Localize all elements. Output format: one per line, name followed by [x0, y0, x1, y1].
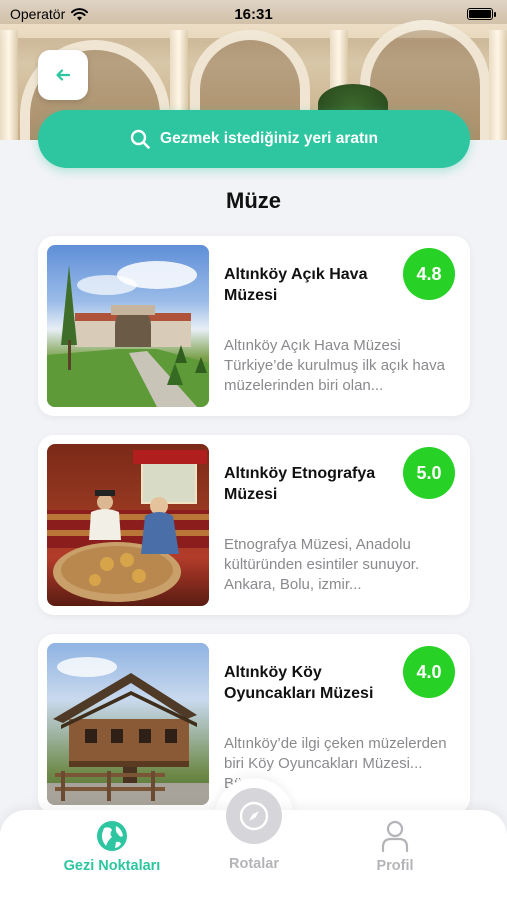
- back-button[interactable]: [38, 50, 88, 100]
- battery-icon: [467, 8, 496, 20]
- user-icon: [381, 820, 409, 852]
- place-name: Altınköy Etnografya Müzesi: [224, 465, 376, 503]
- status-bar: Operatör 16:31: [0, 0, 507, 28]
- search-bar[interactable]: Gezmek istediğiniz yeri aratın: [38, 110, 470, 168]
- place-card[interactable]: Altınköy Açık Hava Müzesi 4.8 Altınköy A…: [38, 236, 470, 416]
- place-name: Altınköy Açık Hava Müzesi: [224, 266, 368, 304]
- place-image: [47, 643, 209, 805]
- tab-profil[interactable]: Profil: [325, 820, 465, 890]
- place-name: Altınköy Köy Oyuncakları Müzesi: [224, 664, 374, 702]
- place-image: [47, 245, 209, 407]
- compass-icon: [239, 801, 269, 831]
- place-image: [47, 444, 209, 606]
- tab-label: Rotalar: [229, 856, 279, 872]
- tab-rotalar[interactable]: Rotalar: [184, 856, 324, 900]
- search-icon: [130, 129, 150, 149]
- rating-badge: 4.8: [403, 248, 455, 300]
- tab-label: Profil: [376, 858, 414, 874]
- place-card[interactable]: Altınköy Etnografya Müzesi 5.0 Etnografy…: [38, 435, 470, 615]
- wifi-icon: [71, 7, 89, 20]
- tab-gezi-noktalari[interactable]: Gezi Noktaları: [42, 820, 182, 890]
- tab-label: Gezi Noktaları: [63, 858, 161, 874]
- section-title: Müze: [226, 188, 281, 213]
- rating-badge: 4.0: [403, 646, 455, 698]
- place-description: Altınköy Açık Hava Müzesi Türkiye’de kur…: [224, 337, 445, 394]
- globe-icon: [97, 821, 127, 851]
- carrier-label: Operatör: [10, 6, 66, 22]
- rating-badge: 5.0: [403, 447, 455, 499]
- arrow-left-icon: [56, 69, 70, 81]
- place-description: Etnografya Müzesi, Anadolu kültüründen e…: [224, 536, 420, 593]
- rotalar-center-button[interactable]: [226, 788, 282, 844]
- search-placeholder: Gezmek istediğiniz yeri aratın: [160, 130, 378, 147]
